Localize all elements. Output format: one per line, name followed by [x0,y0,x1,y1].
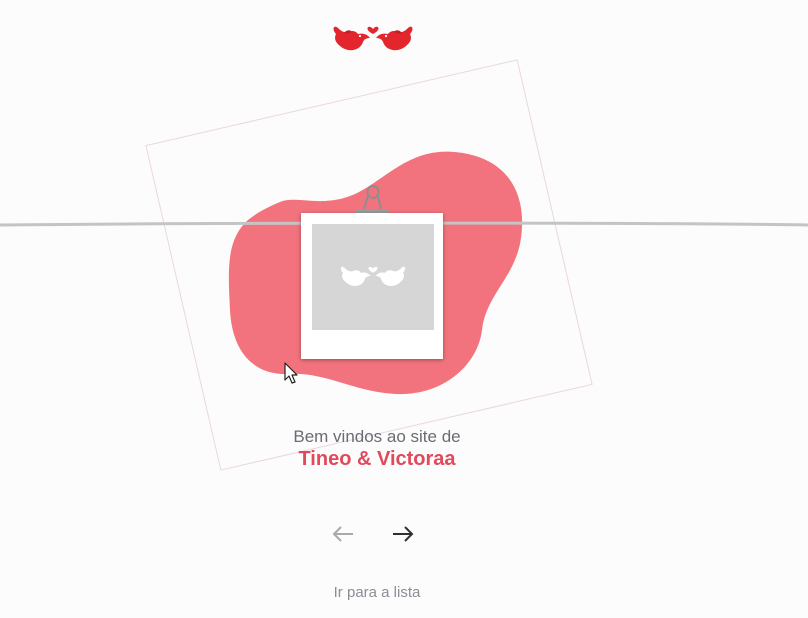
polaroid-photo [301,213,443,359]
love-birds-icon [340,266,406,286]
welcome-text: Bem vindos ao site de [293,427,461,446]
next-button[interactable] [389,522,419,546]
welcome-page: Bem vindos ao site de Tineo & Victoraa I… [0,0,808,618]
previous-button[interactable] [329,522,359,546]
photo-placeholder [312,224,434,330]
love-birds-icon [333,26,413,51]
arrow-left-icon [332,526,353,542]
couple-names: Tineo & Victoraa [298,448,456,470]
go-to-list-link[interactable]: Ir para a lista [0,584,781,601]
mouse-cursor-icon [284,362,298,384]
arrow-right-icon [393,526,414,542]
